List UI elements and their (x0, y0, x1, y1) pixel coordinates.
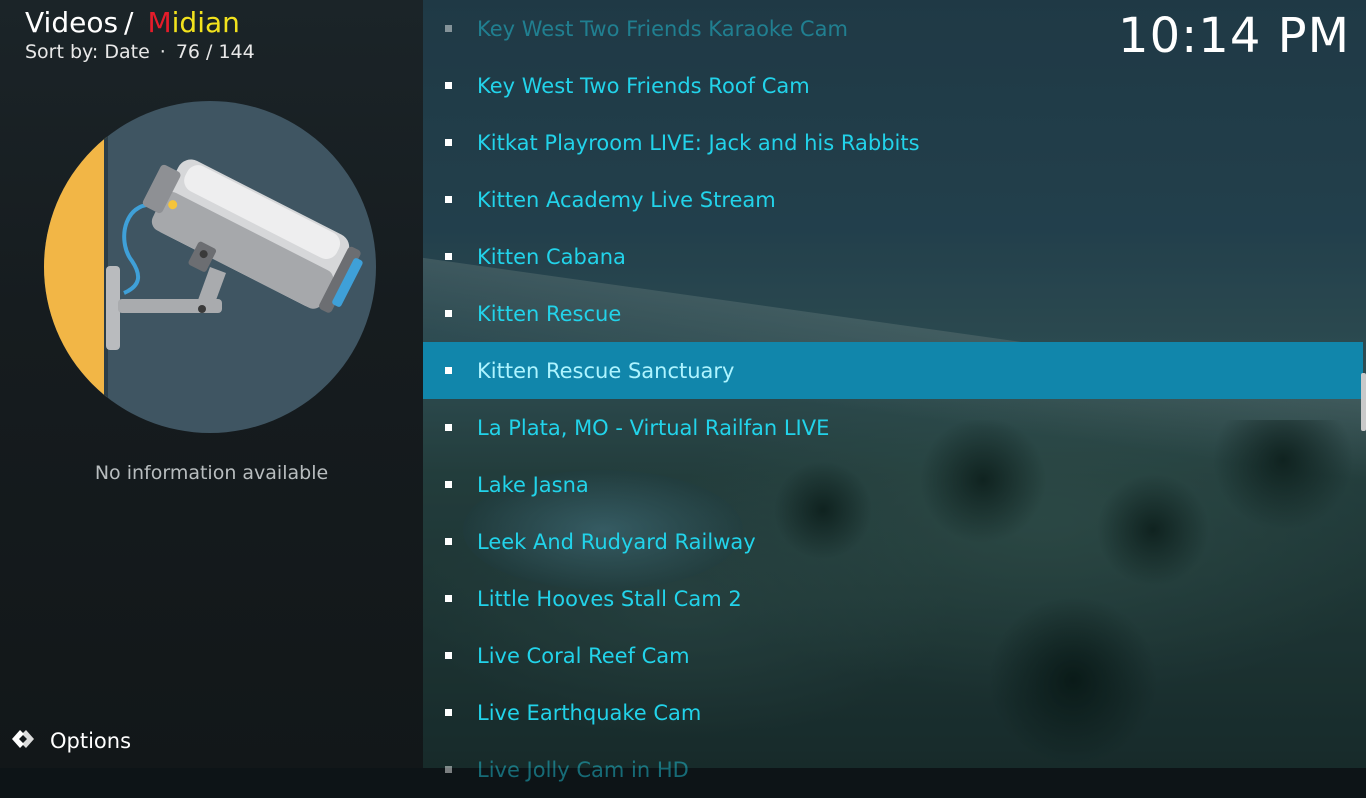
list-item-label: Kitten Rescue (477, 301, 622, 326)
list-item[interactable]: La Plata, MO - Virtual Railfan LIVE (423, 399, 1363, 456)
addon-name-first-letter: M (147, 6, 172, 39)
item-position: 76 / 144 (175, 41, 255, 63)
list-item[interactable]: Key West Two Friends Karaoke Cam (423, 0, 1363, 57)
list-item-label: Kitten Rescue Sanctuary (477, 358, 735, 383)
video-list[interactable]: Key West Two Friends Karaoke Cam Key West… (423, 0, 1363, 782)
list-item-label: Little Hooves Stall Cam 2 (477, 586, 742, 611)
list-item[interactable]: Live Coral Reef Cam (423, 627, 1363, 684)
options-button[interactable]: Options (10, 726, 131, 756)
info-panel: Videos/ Midian Sort by: Date · 76 / 144 (0, 0, 423, 768)
sort-status: Sort by: Date · 76 / 144 (25, 40, 255, 64)
bullet-icon (445, 82, 452, 89)
breadcrumb-section: Videos (25, 6, 119, 39)
list-item-label: Live Jolly Cam in HD (477, 757, 689, 782)
list-item[interactable]: Live Jolly Cam in HD (423, 741, 1363, 798)
scrollbar-thumb[interactable] (1361, 373, 1366, 431)
list-item[interactable]: Kitkat Playroom LIVE: Jack and his Rabbi… (423, 114, 1363, 171)
list-item[interactable]: Little Hooves Stall Cam 2 (423, 570, 1363, 627)
list-item[interactable]: Leek And Rudyard Railway (423, 513, 1363, 570)
list-item[interactable]: Lake Jasna (423, 456, 1363, 513)
list-item[interactable]: Kitten Cabana (423, 228, 1363, 285)
list-item-label: Kitten Academy Live Stream (477, 187, 776, 212)
bullet-icon (445, 196, 452, 203)
bullet-icon (445, 709, 452, 716)
bullet-icon (445, 481, 452, 488)
list-item-label: Leek And Rudyard Railway (477, 529, 756, 554)
list-item[interactable]: Kitten Academy Live Stream (423, 171, 1363, 228)
list-item-label: Live Earthquake Cam (477, 700, 702, 725)
addon-name-rest: idian (171, 6, 240, 39)
bullet-icon (445, 25, 452, 32)
list-item[interactable]: Kitten Rescue (423, 285, 1363, 342)
list-item-label: La Plata, MO - Virtual Railfan LIVE (477, 415, 830, 440)
list-item-label: Key West Two Friends Roof Cam (477, 73, 810, 98)
breadcrumb-separator: / (124, 6, 134, 39)
sort-label: Sort by: Date (25, 41, 150, 63)
bullet-icon (445, 253, 452, 260)
list-item[interactable]: Kitten Rescue Sanctuary (423, 342, 1363, 399)
bullet-icon (445, 595, 452, 602)
list-item-label: Live Coral Reef Cam (477, 643, 690, 668)
bullet-icon (445, 139, 452, 146)
no-information-text: No information available (94, 462, 329, 484)
list-item[interactable]: Key West Two Friends Roof Cam (423, 57, 1363, 114)
list-item[interactable]: Live Earthquake Cam (423, 684, 1363, 741)
header: Videos / Midian Sort by: Date · 76 / 144 (25, 6, 255, 64)
options-icon (10, 726, 36, 756)
security-camera-icon (44, 101, 376, 433)
bullet-icon (445, 538, 452, 545)
list-item-label: Kitkat Playroom LIVE: Jack and his Rabbi… (477, 130, 920, 155)
bullet-icon (445, 652, 452, 659)
bullet-icon (445, 367, 452, 374)
list-item-label: Lake Jasna (477, 472, 589, 497)
breadcrumb: Videos / Midian (25, 6, 255, 40)
bullet-icon (445, 424, 452, 431)
bullet-icon (445, 310, 452, 317)
bullet-icon (445, 766, 452, 773)
list-item-label: Key West Two Friends Karaoke Cam (477, 16, 848, 41)
sort-separator: · (159, 41, 166, 63)
list-item-label: Kitten Cabana (477, 244, 626, 269)
options-label: Options (50, 729, 132, 753)
